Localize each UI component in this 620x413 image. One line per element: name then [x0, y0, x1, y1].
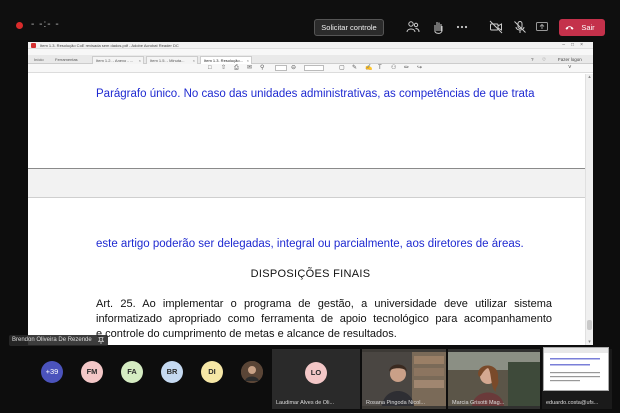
email-icon[interactable]: ✉ — [247, 65, 252, 72]
tab-home[interactable]: Início — [31, 56, 51, 64]
video-feed-icon — [362, 352, 446, 406]
zoom-level-field[interactable] — [304, 65, 324, 71]
acrobat-title-bar: Item 1.3. Resolução CoE revisada sem dad… — [28, 42, 593, 49]
meeting-topbar: - -:- - Solicitar controle Sair — [0, 0, 620, 40]
draw-icon[interactable]: ✍ — [365, 65, 372, 72]
participant-name: Marcia Grisotti Mag... — [452, 400, 505, 406]
paragraph-text-line-2: este artigo poderão ser delegadas, integ… — [96, 238, 524, 250]
tab-document-1-label: Item 1.2. - Anexo - ... — [96, 58, 134, 63]
meeting-window: - -:- - Solicitar controle Sair Item 1.3… — [0, 0, 620, 413]
help-icon[interactable]: ? — [531, 56, 534, 64]
share-doc-icon[interactable]: ↪ — [417, 65, 422, 72]
highlight-icon[interactable]: ✎ — [352, 65, 357, 72]
tab-document-2-label: Item 1.5. - Minuta... — [150, 58, 185, 63]
scroll-down-icon[interactable]: ▾ — [587, 339, 592, 345]
participant-strip: +39 FM FA BR DI LO Laudimar Alves de Oli… — [0, 346, 620, 413]
participant-photo-avatar[interactable] — [241, 361, 263, 383]
stamp-icon[interactable]: ⚇ — [391, 65, 396, 72]
pdf-document-view[interactable]: Parágrafo único. No caso das unidades ad… — [28, 74, 593, 345]
participant-video-2[interactable]: Marcia Grisotti Mag... — [448, 349, 540, 409]
page-number-field[interactable] — [275, 65, 287, 71]
participant-avatar[interactable]: FM — [81, 361, 103, 383]
shared-screen: Item 1.3. Resolução CoE revisada sem dad… — [28, 42, 593, 345]
window-controls[interactable]: –□× — [562, 42, 589, 49]
comment-icon[interactable]: ▢ — [339, 65, 345, 72]
share-icon[interactable] — [535, 20, 549, 34]
pin-icon — [97, 337, 104, 344]
mic-off-icon[interactable] — [513, 20, 527, 34]
presenter-label: Brendon Oliveira De Rezende — [9, 335, 108, 346]
participant-video-1[interactable]: Rosana Pingoda Nicol... — [362, 349, 446, 409]
tab-document-3[interactable]: Item 1.3. Resolução... × — [200, 56, 252, 64]
people-icon[interactable] — [406, 20, 420, 34]
self-preview[interactable] — [543, 347, 609, 391]
recording-indicator — [16, 22, 23, 29]
zoom-out-icon[interactable]: ⊖ — [291, 65, 296, 72]
screen-preview-icon — [544, 348, 608, 390]
tab-document-2[interactable]: Item 1.5. - Minuta... × — [146, 56, 198, 64]
participant-name: Laudimar Alves de Oli... — [276, 400, 335, 406]
sign-in-link[interactable]: Fazer logon — [558, 56, 582, 64]
tab-document-3-label: Item 1.3. Resolução... — [204, 58, 243, 63]
window-title: Item 1.3. Resolução CoE revisada sem dad… — [40, 43, 179, 48]
participant-avatar[interactable]: FA — [121, 361, 143, 383]
paragraph-text-line-1: Parágrafo único. No caso das unidades ad… — [96, 88, 535, 100]
bell-icon[interactable]: ♡ — [542, 56, 546, 64]
person-photo-icon — [241, 361, 263, 383]
hang-up-icon — [565, 26, 574, 30]
participant-name: Rosana Pingoda Nicol... — [366, 400, 426, 406]
sign-icon[interactable]: ✏ — [404, 65, 409, 72]
exit-button[interactable]: Sair — [559, 19, 605, 36]
participant-avatar[interactable]: BR — [161, 361, 183, 383]
presenter-name: Brendon Oliveira De Rezende — [12, 337, 92, 343]
article-line: Art. 25. Ao implementar o programa de ge… — [96, 298, 552, 310]
more-icon[interactable] — [455, 20, 469, 34]
upload-icon[interactable]: ⇧ — [221, 65, 226, 72]
search-icon[interactable]: ⚲ — [260, 65, 264, 72]
participant-avatar[interactable]: DI — [201, 361, 223, 383]
page-break — [28, 168, 585, 198]
participant-avatar: LO — [305, 362, 327, 384]
tab-document-1[interactable]: Item 1.2. - Anexo - ... × — [92, 56, 144, 64]
article-paragraph: Art. 25. Ao implementar o programa de ge… — [96, 296, 552, 341]
scroll-up-icon[interactable]: ▴ — [587, 74, 592, 80]
video-feed-icon — [448, 352, 540, 406]
article-line: e controle do cumprimento de metas e alc… — [96, 328, 397, 340]
participant-tile-lo[interactable]: LO Laudimar Alves de Oli... — [272, 349, 360, 409]
section-heading: DISPOSIÇÕES FINAIS — [250, 268, 371, 280]
acrobat-toolbar: □ ⇧ ⎙ ✉ ⚲ ⊖ ▢ ✎ ✍ T ⚇ ✏ ↪ ˅ — [28, 64, 593, 73]
raise-hand-icon[interactable] — [431, 20, 445, 34]
exit-label: Sair — [581, 23, 595, 32]
tab-tools[interactable]: Ferramentas — [52, 56, 82, 64]
meeting-timer: - -:- - — [31, 19, 60, 30]
participant-name: eduardo.costa@ufs... — [546, 400, 599, 406]
camera-off-icon[interactable] — [489, 20, 503, 34]
acrobat-logo-icon — [31, 43, 36, 48]
acrobat-tab-bar: Início Ferramentas Item 1.2. - Anexo - .… — [28, 55, 593, 64]
request-control-button[interactable]: Solicitar controle — [314, 19, 384, 36]
vertical-scrollbar[interactable]: ▴ ▾ — [585, 74, 593, 345]
scroll-thumb[interactable] — [587, 320, 592, 330]
more-participants-badge[interactable]: +39 — [41, 361, 63, 383]
print-icon[interactable]: ⎙ — [234, 65, 239, 72]
save-icon[interactable]: □ — [208, 65, 212, 72]
text-icon[interactable]: T — [378, 65, 382, 72]
article-line: informatizado apropriado como ferramenta… — [96, 313, 552, 325]
chevron-down-icon[interactable]: ˅ — [568, 65, 572, 72]
